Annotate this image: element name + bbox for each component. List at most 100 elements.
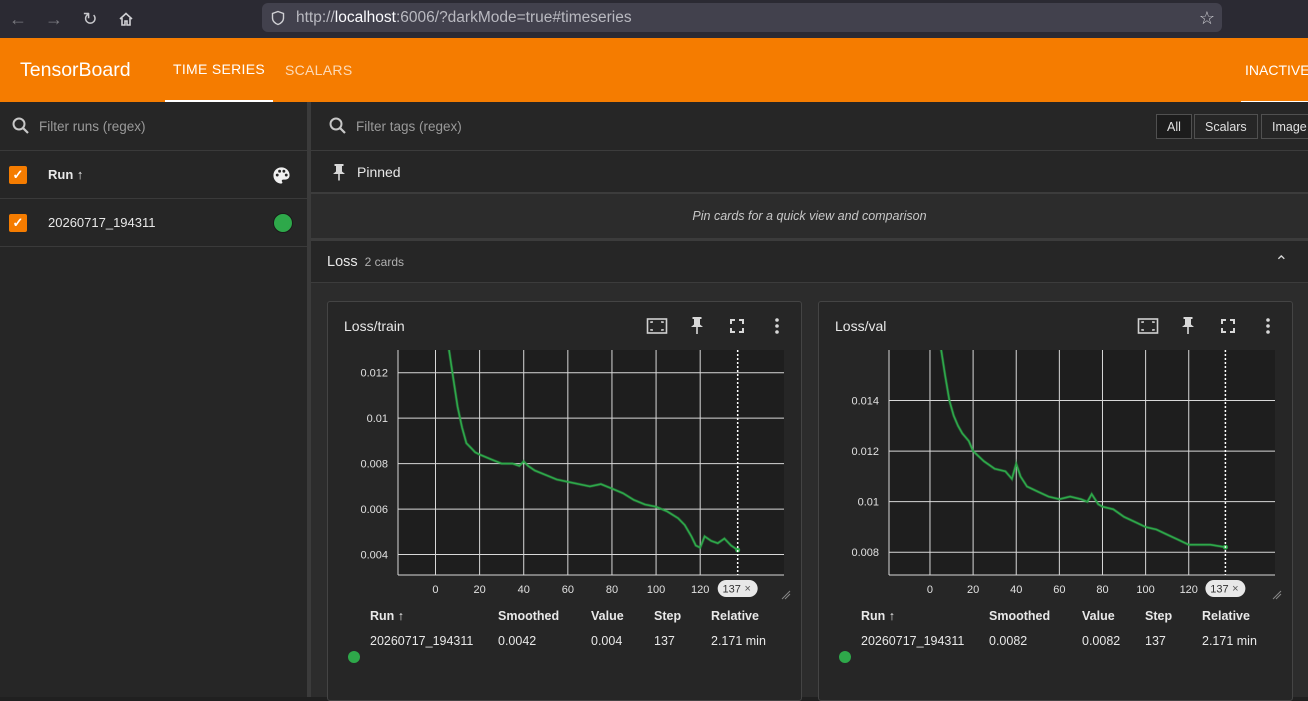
group-card-count: 2 cards [364, 254, 404, 269]
cell-relative: 2.171 min [1202, 634, 1257, 648]
palette-icon[interactable] [272, 166, 291, 185]
runs-sidebar: Filter runs (regex) ✓ Run ↑ ✓ 20260717_1… [0, 102, 307, 697]
x-tick-label: 60 [562, 584, 574, 596]
select-all-checkbox[interactable]: ✓ [9, 165, 27, 184]
cell-relative: 2.171 min [711, 634, 766, 648]
search-icon [12, 117, 29, 134]
type-filter-scalars[interactable]: Scalars [1194, 114, 1258, 139]
col-relative: Relative [711, 609, 759, 623]
cell-run: 20260717_194311 [861, 634, 965, 648]
col-smoothed: Smoothed [989, 609, 1051, 623]
browser-toolbar: ← → ↻ http://localhost:6006/?darkMode=tr… [0, 0, 1308, 38]
runs-table-header: ✓ Run ↑ [0, 151, 307, 199]
close-icon[interactable]: × [744, 583, 750, 595]
reload-icon[interactable]: ↻ [72, 0, 108, 38]
cell-step: 137 [1145, 634, 1166, 648]
bookmark-star-icon[interactable]: ☆ [1199, 8, 1215, 29]
cell-value: 0.004 [591, 634, 623, 648]
col-value: Value [1082, 609, 1115, 623]
run-legend-dot [839, 651, 851, 663]
tab-time-series[interactable]: TIME SERIES [165, 38, 273, 102]
x-tick-label: 40 [518, 584, 530, 596]
url-text: http://localhost:6006/?darkMode=true#tim… [296, 8, 632, 26]
x-tick-label: 80 [1096, 584, 1108, 596]
x-tick-label: 0 [927, 584, 933, 596]
step-chip[interactable]: 137 × [1205, 580, 1246, 597]
loss-group-header[interactable]: Loss 2 cards ⌃ [311, 241, 1308, 283]
more-vert-icon[interactable] [766, 316, 788, 336]
pinned-title: Pinned [357, 163, 401, 180]
x-tick-label: 60 [1053, 584, 1065, 596]
cell-value: 0.0082 [1082, 634, 1121, 648]
y-tick-label: 0.014 [851, 396, 879, 408]
scalar-card-val: Loss/val 0 20 40 60 80 100 120 0.008 0.01 0.012 0.… [818, 301, 1293, 701]
pinned-section-header: Pinned [311, 151, 1308, 194]
fit-domain-icon[interactable] [646, 316, 668, 336]
forward-icon[interactable]: → [36, 0, 72, 38]
x-tick-label: 80 [606, 584, 618, 596]
y-tick-label: 0.012 [360, 368, 388, 380]
fit-domain-icon[interactable] [1137, 316, 1159, 336]
x-tick-label: 100 [647, 584, 665, 596]
resize-handle-icon[interactable] [1272, 590, 1282, 600]
close-icon[interactable]: × [1232, 583, 1238, 595]
cell-smoothed: 0.0082 [989, 634, 1028, 648]
loss-val-chart[interactable]: 0 20 40 60 80 100 120 0.008 0.01 0.012 0.014 137 × [829, 342, 1284, 607]
home-icon[interactable] [108, 0, 144, 38]
run-checkbox[interactable]: ✓ [9, 213, 27, 232]
col-run[interactable]: Run ↑ [370, 609, 404, 623]
run-legend-dot [348, 651, 360, 663]
step-chip-label: 137 [723, 584, 741, 596]
app-logo: TensorBoard [20, 59, 131, 81]
step-chip-label: 137 [1210, 584, 1228, 596]
col-value: Value [591, 609, 624, 623]
type-filter-all[interactable]: All [1156, 114, 1192, 139]
x-tick-label: 40 [1010, 584, 1022, 596]
search-icon [329, 117, 346, 134]
runs-filter[interactable]: Filter runs (regex) [0, 102, 307, 151]
pin-icon [333, 163, 345, 180]
run-row[interactable]: ✓ 20260717_194311 [0, 199, 307, 247]
card-title: Loss/train [344, 318, 405, 334]
main-panel: Filter tags (regex) All Scalars Image Pi… [311, 102, 1308, 701]
more-vert-icon[interactable] [1257, 316, 1279, 336]
x-tick-label: 100 [1136, 584, 1154, 596]
x-tick-label: 120 [1180, 584, 1198, 596]
col-smoothed: Smoothed [498, 609, 560, 623]
back-icon[interactable]: ← [0, 0, 36, 38]
resize-handle-icon[interactable] [781, 590, 791, 600]
fullscreen-icon[interactable] [726, 316, 748, 336]
tab-scalars[interactable]: SCALARS [285, 38, 352, 102]
chevron-up-icon[interactable]: ⌃ [1275, 252, 1288, 272]
fullscreen-icon[interactable] [1217, 316, 1239, 336]
tags-filter[interactable]: Filter tags (regex) All Scalars Image [311, 102, 1308, 151]
x-tick-label: 20 [967, 584, 979, 596]
col-run[interactable]: Run ↑ [861, 609, 895, 623]
col-step: Step [654, 609, 682, 623]
run-color-swatch[interactable] [273, 213, 293, 233]
card-title: Loss/val [835, 318, 887, 334]
cell-step: 137 [654, 634, 675, 648]
shield-icon [271, 10, 285, 25]
pinned-empty-message: Pin cards for a quick view and compariso… [311, 194, 1308, 241]
step-chip[interactable]: 137 × [717, 580, 758, 597]
tags-filter-placeholder: Filter tags (regex) [356, 118, 462, 134]
pin-card-icon[interactable] [686, 316, 708, 336]
tensorboard-header: TensorBoard TIME SERIES SCALARS INACTIVE [0, 38, 1308, 102]
y-tick-label: 0.006 [360, 504, 388, 516]
url-bar[interactable]: http://localhost:6006/?darkMode=true#tim… [262, 3, 1222, 32]
col-step: Step [1145, 609, 1173, 623]
inactive-dropdown[interactable]: INACTIVE [1241, 38, 1308, 102]
y-tick-label: 0.008 [360, 459, 388, 471]
loss-train-chart[interactable]: 0 20 40 60 80 100 120 0.004 0.006 0.008 0.01 0.012 1… [338, 342, 793, 607]
cell-run: 20260717_194311 [370, 634, 474, 648]
y-tick-label: 0.004 [360, 550, 388, 562]
pin-card-icon[interactable] [1177, 316, 1199, 336]
y-tick-label: 0.008 [851, 547, 879, 559]
cell-smoothed: 0.0042 [498, 634, 537, 648]
type-filter-image[interactable]: Image [1261, 114, 1308, 139]
run-column-header[interactable]: Run ↑ [48, 167, 83, 182]
x-tick-label: 20 [473, 584, 485, 596]
run-name: 20260717_194311 [48, 215, 156, 230]
x-tick-label: 120 [691, 584, 709, 596]
